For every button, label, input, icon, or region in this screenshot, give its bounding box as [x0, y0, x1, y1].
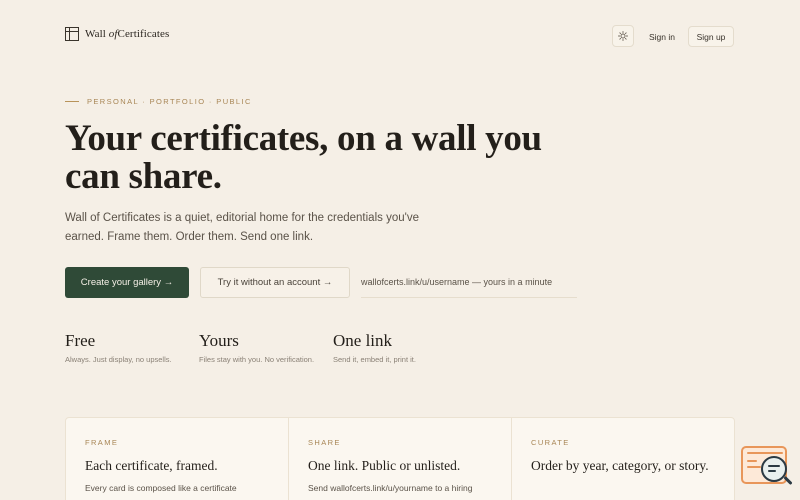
card-title: Each certificate, framed. — [85, 458, 218, 473]
feature-yours: Yours Files stay with you. No verificati… — [199, 332, 319, 366]
brand-prefix: Wall — [85, 28, 109, 40]
card-eyebrow: SHARE — [308, 438, 341, 447]
feature-free: Free Always. Just display, no upsells. — [65, 332, 185, 366]
theme-toggle-button[interactable] — [612, 25, 634, 47]
card-title: Order by year, category, or story. — [531, 458, 709, 473]
card-text: Send wallofcerts.link/u/yourname to a hi… — [308, 483, 473, 493]
feature-title: Yours — [199, 331, 239, 350]
brand-of: of — [108, 28, 118, 40]
sign-in-link[interactable]: Sign in — [646, 26, 678, 47]
feature-cards: FRAME Each certificate, framed. Every ca… — [65, 417, 735, 500]
card-title: One link. Public or unlisted. — [308, 458, 461, 473]
sign-up-button[interactable]: Sign up — [688, 26, 734, 47]
brand-logo-link[interactable]: Wall ofCertificates — [65, 27, 169, 41]
card-text: Every card is composed like a certificat… — [85, 483, 237, 493]
eyebrow-rule — [65, 101, 79, 102]
site-header: Wall ofCertificates Sign in Sign up — [0, 0, 800, 70]
hero-eyebrow: PERSONAL · PORTFOLIO · PUBLIC — [65, 97, 252, 106]
feature-title: One link — [333, 331, 393, 350]
try-without-account-button[interactable]: Try it without an account → — [200, 267, 350, 298]
feature-desc: Files stay with you. No verification. — [199, 355, 315, 364]
card-share: SHARE One link. Public or unlisted. Send… — [289, 418, 512, 500]
feature-desc: Send it, embed it, print it. — [333, 355, 416, 364]
brand-name: Wall ofCertificates — [85, 28, 169, 40]
eyebrow-text: PERSONAL · PORTFOLIO · PUBLIC — [87, 97, 252, 106]
card-frame: FRAME Each certificate, framed. Every ca… — [66, 418, 289, 500]
feature-one-link: One link Send it, embed it, print it. — [333, 332, 453, 366]
card-eyebrow: CURATE — [531, 438, 570, 447]
floating-search-widget[interactable] — [741, 444, 793, 490]
hero-title: Your certificates, on a wall you can sha… — [65, 118, 542, 197]
card-eyebrow: FRAME — [85, 438, 119, 447]
frame-logo-icon — [65, 27, 79, 41]
sun-icon — [618, 31, 628, 41]
url-hint: wallofcerts.link/u/username — yours in a… — [361, 267, 577, 298]
card-curate: CURATE Order by year, category, or story… — [512, 418, 734, 500]
hero-subtitle: Wall of Certificates is a quiet, editori… — [65, 212, 419, 243]
create-gallery-button[interactable]: Create your gallery → — [65, 267, 189, 298]
feature-title: Free — [65, 331, 96, 350]
feature-desc: Always. Just display, no upsells. — [65, 355, 172, 364]
brand-suffix: Certificates — [117, 28, 170, 40]
